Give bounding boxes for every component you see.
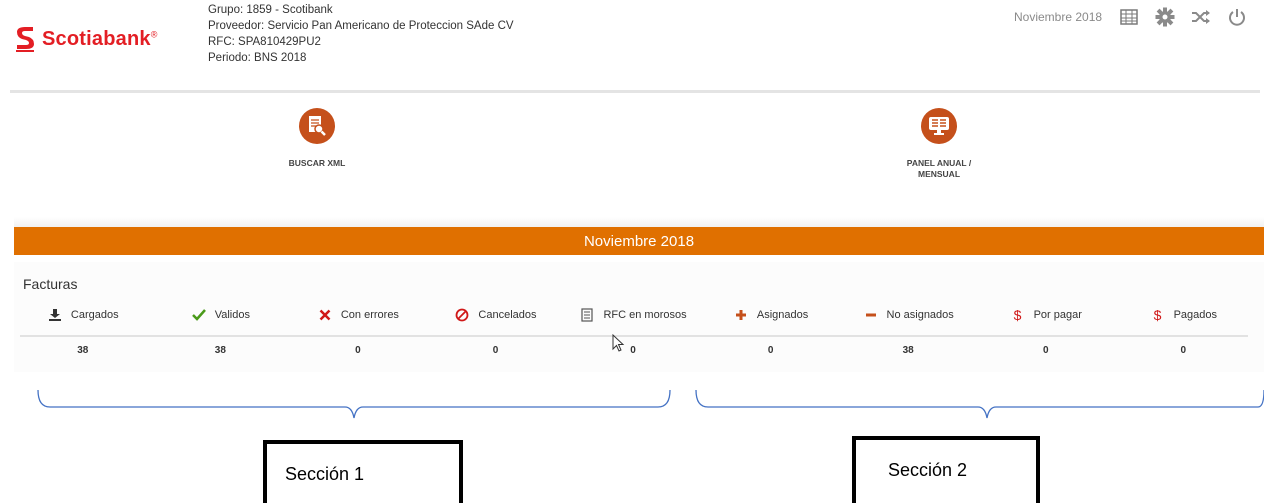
gear-icon[interactable]	[1154, 6, 1176, 28]
list-icon	[579, 308, 595, 322]
top-toolbar	[1118, 6, 1248, 28]
section-1-bracket	[37, 389, 671, 419]
cancelados-label: Cancelados	[478, 309, 537, 321]
section-2-label: Sección 2	[888, 460, 968, 480]
con-errores-value: 0	[355, 345, 361, 356]
rfc-morosos-value: 0	[630, 345, 636, 356]
pagados-label: Pagados	[1173, 309, 1217, 321]
buscar-xml-label: BUSCAR XML	[288, 158, 346, 168]
section-2-bracket	[695, 389, 1264, 419]
rfc-morosos-label: RFC en morosos	[603, 309, 687, 321]
facturas-table: Cargados 38 Validos 38 Con errores 0 Can…	[14, 305, 1252, 356]
column-asignados[interactable]: Asignados 0	[702, 305, 840, 356]
section-2-box: Sección 2	[852, 436, 1040, 503]
plus-icon	[733, 309, 749, 321]
dollar-icon: $	[1013, 307, 1022, 323]
check-icon	[191, 309, 207, 321]
column-por-pagar[interactable]: $ Por pagar 0	[977, 305, 1115, 356]
buscar-xml-button[interactable]: BUSCAR XML	[277, 108, 357, 169]
column-cargados[interactable]: Cargados 38	[14, 305, 152, 356]
por-pagar-value: 0	[1042, 345, 1049, 356]
asignados-value: 0	[767, 345, 774, 356]
scotiabank-s-icon	[16, 27, 34, 52]
pagados-value: 0	[1180, 345, 1187, 356]
periodo-text: Periodo: BNS 2018	[208, 52, 307, 64]
validos-label: Validos	[214, 309, 250, 321]
brand-name: Scotiabank®	[42, 27, 158, 50]
scotiabank-logo: Scotiabank®	[14, 26, 158, 52]
por-pagar-label: Por pagar	[1033, 309, 1082, 321]
validos-value: 38	[214, 345, 226, 356]
panel-anual-mensual-button[interactable]: PANEL ANUAL / MENSUAL	[899, 108, 979, 180]
search-document-icon	[299, 108, 335, 144]
x-icon	[317, 309, 333, 321]
shuffle-icon[interactable]	[1190, 6, 1212, 28]
header-row-divider	[20, 335, 1248, 337]
facturas-title: Facturas	[23, 276, 78, 292]
con-errores-label: Con errores	[340, 309, 399, 321]
upload-icon	[47, 308, 63, 322]
minus-icon	[863, 309, 879, 321]
no-asignados-label: No asignados	[886, 309, 954, 321]
proveedor-text: Proveedor: Servicio Pan Americano de Pro…	[208, 20, 514, 32]
ban-icon	[454, 308, 470, 322]
column-con-errores[interactable]: Con errores 0	[289, 305, 427, 356]
grupo-text: Grupo: 1859 - Scotibank	[208, 4, 333, 16]
column-validos[interactable]: Validos 38	[152, 305, 290, 356]
provider-info: Grupo: 1859 - Scotibank Proveedor: Servi…	[208, 2, 514, 66]
asignados-label: Asignados	[756, 309, 809, 321]
no-asignados-value: 38	[902, 345, 914, 356]
mouse-cursor-icon	[612, 334, 625, 352]
rfc-text: RFC: SPA810429PU2	[208, 36, 321, 48]
monitor-icon	[921, 108, 957, 144]
power-icon[interactable]	[1226, 6, 1248, 28]
calendar-icon[interactable]	[1118, 6, 1140, 28]
column-rfc-morosos[interactable]: RFC en morosos 0	[564, 305, 702, 356]
cancelados-value: 0	[492, 345, 499, 356]
cargados-label: Cargados	[70, 309, 119, 321]
cargados-value: 38	[77, 345, 89, 356]
column-no-asignados[interactable]: No asignados 38	[839, 305, 977, 356]
column-pagados[interactable]: $ Pagados 0	[1115, 305, 1253, 356]
panel-anual-label: PANEL ANUAL / MENSUAL	[906, 158, 972, 179]
band-shadow	[14, 217, 1264, 227]
section-1-label: Sección 1	[285, 464, 365, 484]
column-cancelados[interactable]: Cancelados 0	[427, 305, 565, 356]
header-divider	[10, 90, 1260, 93]
dollar-icon: $	[1153, 307, 1162, 323]
current-month: Noviembre 2018	[1014, 10, 1103, 24]
month-banner: Noviembre 2018	[14, 227, 1264, 255]
section-1-box: Sección 1	[263, 440, 463, 503]
